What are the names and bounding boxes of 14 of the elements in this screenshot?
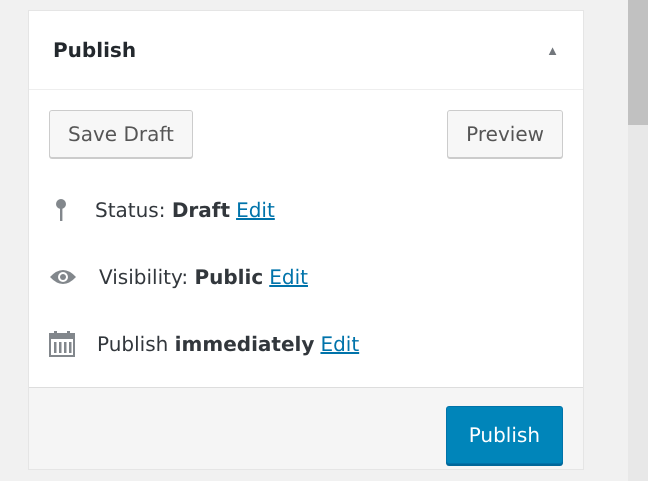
edit-link[interactable]: Edit xyxy=(236,198,275,222)
collapse-toggle[interactable]: ▲ xyxy=(546,42,559,58)
meta-text: Publish immediately xyxy=(97,332,314,356)
preview-button[interactable]: Preview xyxy=(447,110,563,158)
publish-button[interactable]: Publish xyxy=(446,406,563,464)
edit-link[interactable]: Edit xyxy=(320,332,360,356)
meta-text: Status: Draft xyxy=(95,198,230,222)
scrollbar[interactable] xyxy=(628,0,648,481)
save-draft-button[interactable]: Save Draft xyxy=(49,110,193,158)
meta-text: Visibility: Public xyxy=(99,264,264,288)
eye-icon xyxy=(49,268,77,286)
calendar-icon xyxy=(49,330,75,356)
edit-link[interactable]: Edit xyxy=(269,264,308,288)
panel-title: Publish xyxy=(53,38,136,62)
